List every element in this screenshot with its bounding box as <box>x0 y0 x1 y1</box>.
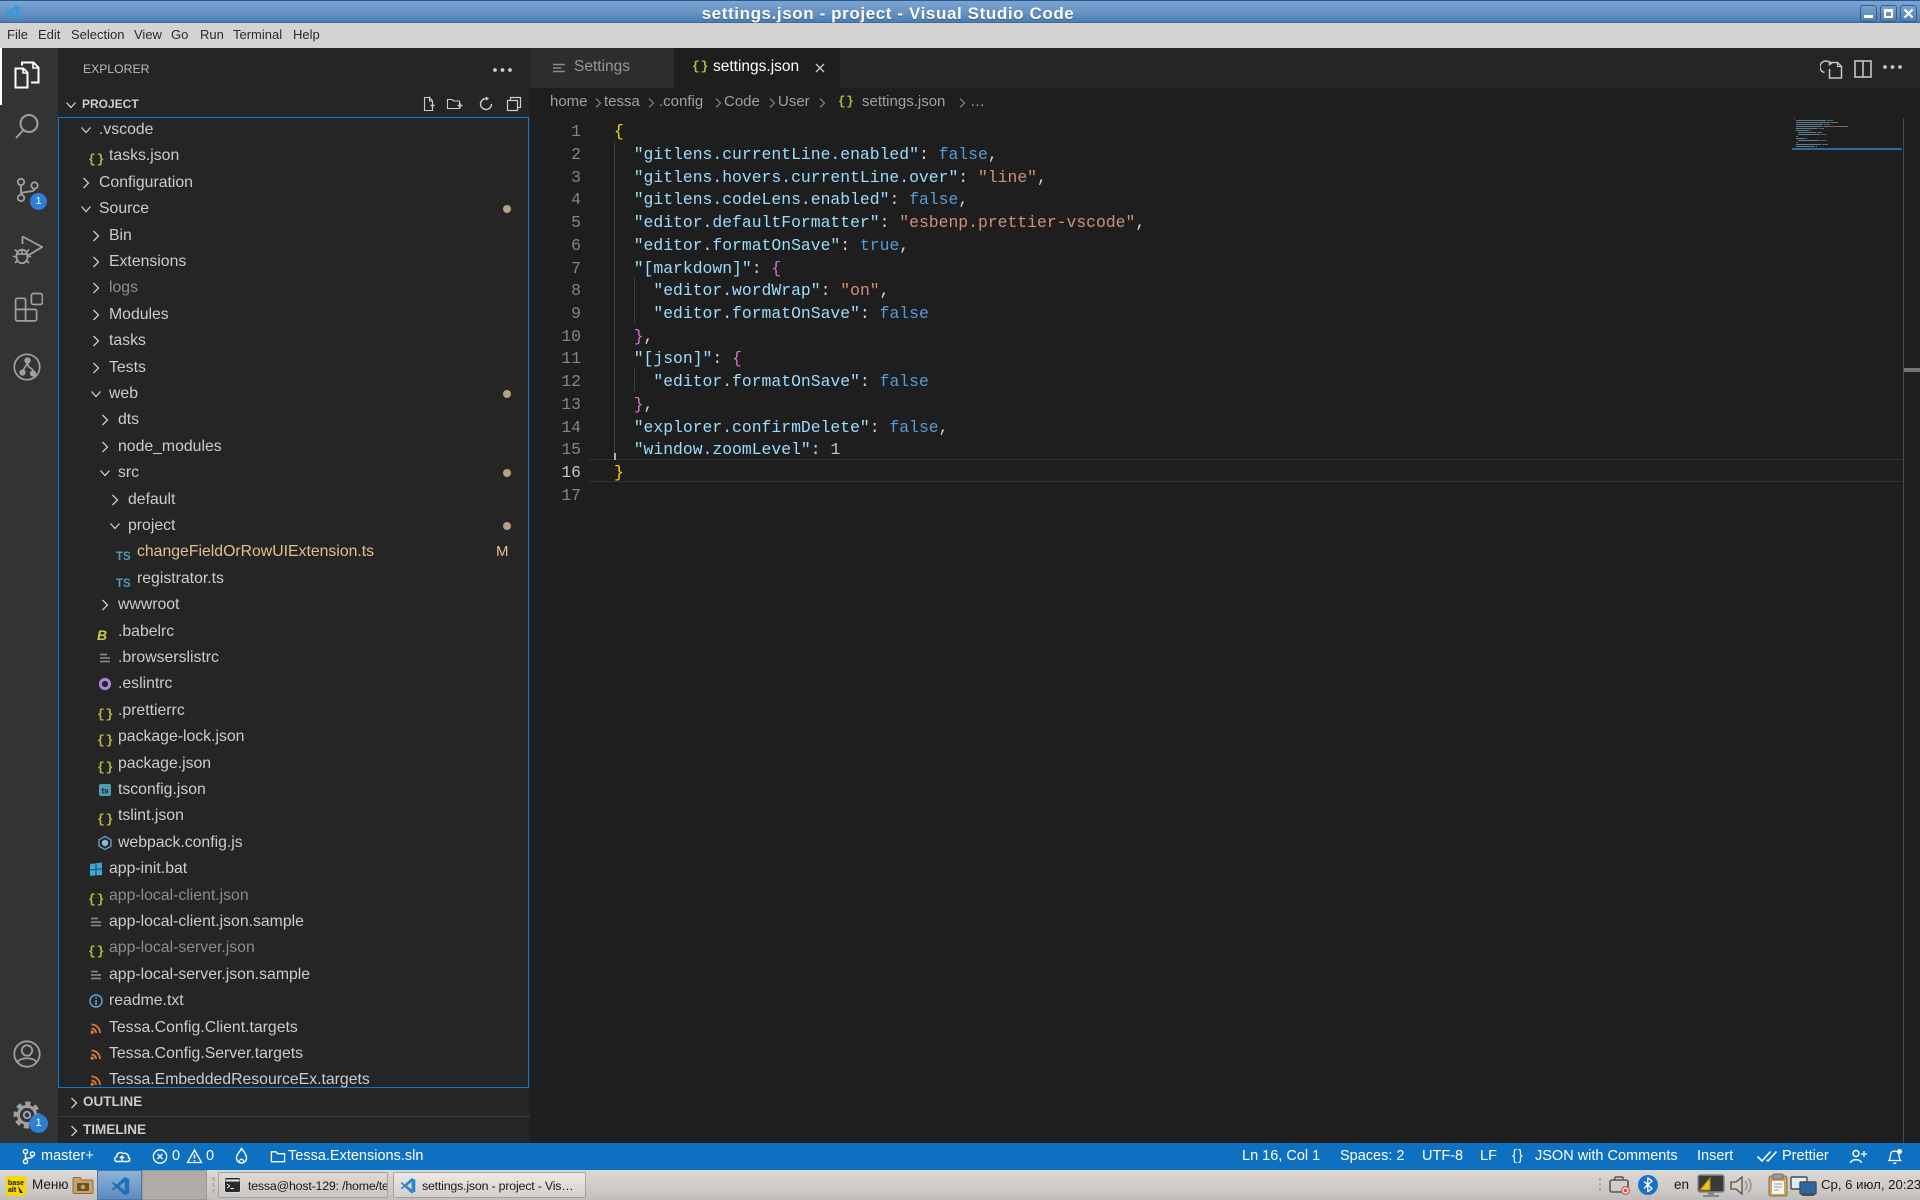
svg-text:base: base <box>8 1180 24 1187</box>
svg-text:ts: ts <box>101 787 109 796</box>
svg-text:alt: alt <box>8 1187 17 1194</box>
